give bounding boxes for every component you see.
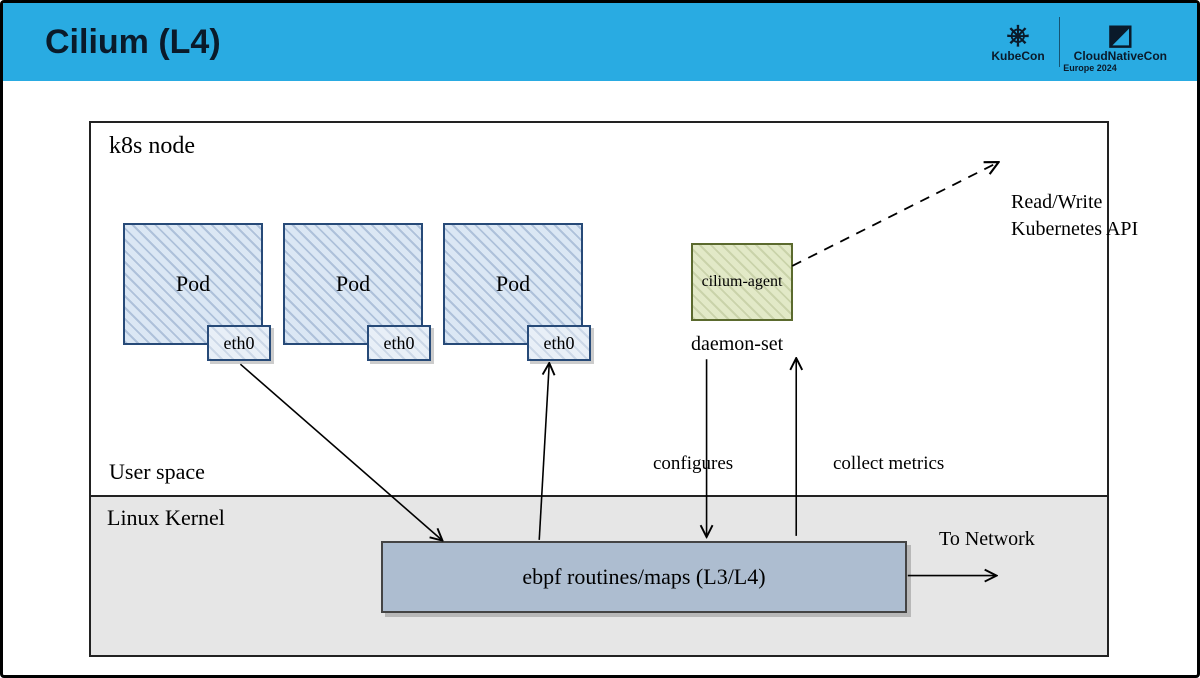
slide-header: Cilium (L4) ⎈ KubeCon ◩ CloudNativeCon E…: [3, 3, 1197, 81]
cilium-agent-box: cilium-agent: [691, 243, 793, 321]
ebpf-label: ebpf routines/maps (L3/L4): [522, 564, 765, 590]
pod-eth0-box: eth0: [367, 325, 431, 361]
cloudnativecon-logo: ◩ CloudNativeCon: [1074, 21, 1167, 63]
pod-eth0-label: eth0: [544, 333, 575, 354]
cncf-icon: ◩: [1107, 21, 1133, 49]
kubecon-label: KubeCon: [991, 49, 1044, 63]
pod-box: Pod eth0: [123, 223, 263, 345]
k8s-node-label: k8s node: [109, 133, 195, 160]
cilium-agent-label: cilium-agent: [702, 273, 783, 291]
linux-kernel-box: Linux Kernel ebpf routines/maps (L3/L4): [91, 495, 1107, 655]
pod-label: Pod: [496, 271, 530, 297]
logo-separator: [1059, 17, 1060, 67]
to-network-annotation: To Network: [939, 528, 1035, 551]
pod-label: Pod: [336, 271, 370, 297]
linux-kernel-label: Linux Kernel: [107, 505, 225, 531]
cloudnativecon-label: CloudNativeCon: [1074, 49, 1167, 63]
kubecon-logo: ⎈ KubeCon: [991, 21, 1044, 63]
pod-label: Pod: [176, 271, 210, 297]
pod-eth0-label: eth0: [224, 333, 255, 354]
pod-box: Pod eth0: [443, 223, 583, 345]
configures-annotation: configures: [653, 453, 733, 475]
ebpf-box: ebpf routines/maps (L3/L4): [381, 541, 907, 613]
pod-eth0-box: eth0: [527, 325, 591, 361]
slide-title: Cilium (L4): [45, 23, 221, 62]
pod-eth0-label: eth0: [384, 333, 415, 354]
pod-eth0-box: eth0: [207, 325, 271, 361]
pod-box: Pod eth0: [283, 223, 423, 345]
conference-subtitle: Europe 2024: [1005, 63, 1175, 73]
k8s-node-box: k8s node User space Linux Kernel ebpf ro…: [89, 121, 1109, 657]
conference-logos: ⎈ KubeCon ◩ CloudNativeCon: [991, 17, 1167, 67]
collect-metrics-annotation: collect metrics: [833, 453, 944, 475]
kubernetes-icon: ⎈: [1007, 21, 1029, 49]
diagram-canvas: k8s node User space Linux Kernel ebpf ro…: [3, 81, 1197, 675]
userspace-label: User space: [109, 459, 205, 485]
rw-api-annotation: Read/Write Kubernetes API: [1011, 189, 1138, 243]
daemonset-label: daemon-set: [691, 333, 783, 356]
